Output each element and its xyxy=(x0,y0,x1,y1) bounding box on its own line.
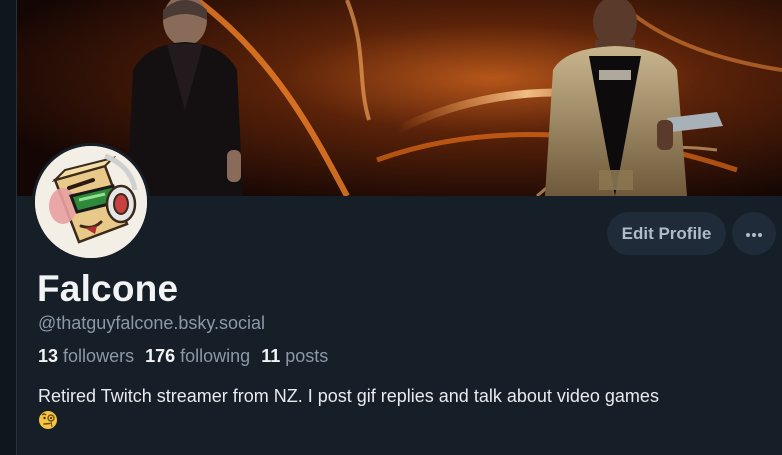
profile-stats: 13 followers 176 following 11 posts xyxy=(38,346,328,367)
profile-header: Edit Profile Falcone @thatguyfalcone.bsk… xyxy=(17,0,782,455)
display-name: Falcone xyxy=(37,268,179,309)
profile-bio: Retired Twitch streamer from NZ. I post … xyxy=(38,384,773,436)
more-options-button[interactable] xyxy=(732,212,776,255)
posts-count: 11 xyxy=(261,346,281,366)
avatar[interactable] xyxy=(32,143,150,261)
followers-label: followers xyxy=(63,346,135,366)
followers-count: 13 xyxy=(38,346,59,366)
ellipsis-icon xyxy=(745,225,763,243)
following-label: following xyxy=(180,346,251,366)
profile-handle: @thatguyfalcone.bsky.social xyxy=(38,313,266,333)
followers-stat[interactable]: 13 followers xyxy=(38,346,134,367)
following-count: 176 xyxy=(145,346,176,366)
bio-text: Retired Twitch streamer from NZ. I post … xyxy=(38,386,659,406)
following-stat[interactable]: 176 following xyxy=(145,346,250,367)
edit-profile-label: Edit Profile xyxy=(621,223,712,243)
face-with-monocle-icon xyxy=(38,410,58,436)
posts-label: posts xyxy=(285,346,329,366)
edit-profile-button[interactable]: Edit Profile xyxy=(607,212,726,255)
profile-page: Edit Profile Falcone @thatguyfalcone.bsk… xyxy=(0,0,782,455)
posts-stat: 11 posts xyxy=(261,346,328,367)
left-rail xyxy=(0,0,17,455)
